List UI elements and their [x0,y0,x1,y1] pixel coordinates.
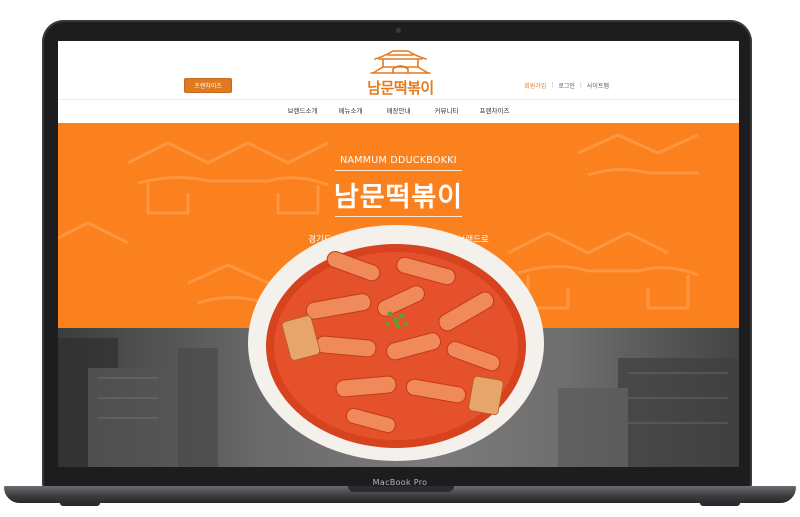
login-link[interactable]: 로그인 [558,81,575,90]
utility-links: 회원가입 | 로그인 | 사이트맵 [524,81,609,90]
camera-icon [396,28,401,33]
nav-item-menu[interactable]: 메뉴소개 [327,100,375,123]
hero-title: 남문떡볶이 [333,182,464,213]
franchise-button[interactable]: 프랜차이즈 [184,78,232,93]
signup-link[interactable]: 회원가입 [524,81,546,90]
nav-item-stores[interactable]: 매장안내 [375,100,423,123]
sitemap-link[interactable]: 사이트맵 [587,81,609,90]
fortress-gate-icon [370,50,431,74]
divider: | [579,82,582,89]
tteokbokki-illustration [248,225,544,461]
logo-text: 남문떡볶이 [367,79,434,97]
nav-item-franchise[interactable]: 프랜차이즈 [471,100,519,123]
website-screen: 프랜차이즈 남문떡볶이 회원가입 | 로그인 | 사이트맵 브랜드소개 메뉴소개… [58,41,739,467]
divider: | [551,82,554,89]
nav-item-community[interactable]: 커뮤니티 [423,100,471,123]
hero-subtitle: NAMMUM DDUCKBOKKI [340,155,457,166]
main-nav: 브랜드소개 메뉴소개 매장안내 커뮤니티 프랜차이즈 [58,100,739,123]
laptop-foot [60,503,100,506]
hero-rule-bottom [335,216,462,217]
tteokbokki-bowl-image [246,218,546,467]
nav-item-brand[interactable]: 브랜드소개 [279,100,327,123]
laptop-mockup: 프랜차이즈 남문떡볶이 회원가입 | 로그인 | 사이트맵 브랜드소개 메뉴소개… [0,0,800,517]
laptop-base [4,486,796,503]
site-logo[interactable]: 남문떡볶이 [363,47,438,99]
laptop-foot [700,503,740,506]
device-label: MacBook Pro [372,478,428,487]
site-header: 프랜차이즈 남문떡볶이 회원가입 | 로그인 | 사이트맵 [58,41,739,99]
hero-rule-top [335,170,462,171]
